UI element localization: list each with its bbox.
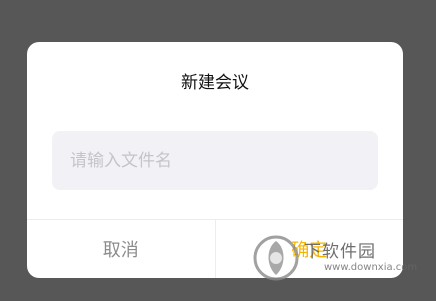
file-name-input[interactable] xyxy=(52,131,378,190)
confirm-button[interactable]: 确定 xyxy=(216,220,404,278)
dialog-title: 新建会议 xyxy=(181,73,249,93)
cancel-button[interactable]: 取消 xyxy=(27,220,216,278)
dialog-footer: 取消 确定 xyxy=(27,219,403,278)
new-meeting-dialog: 新建会议 取消 确定 xyxy=(27,42,403,278)
